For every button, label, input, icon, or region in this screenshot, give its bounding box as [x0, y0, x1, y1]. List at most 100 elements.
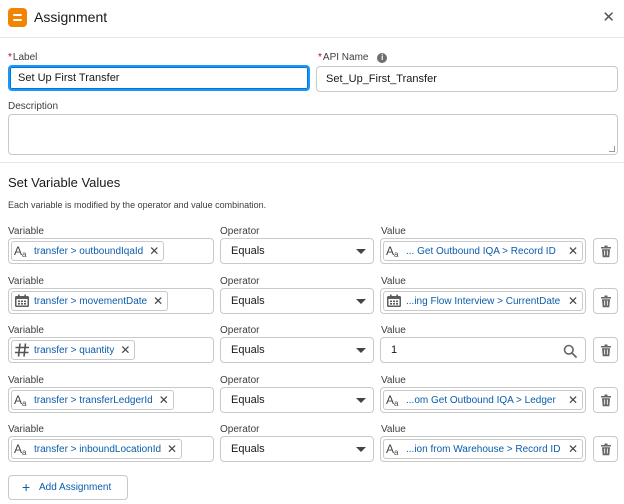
value-label: Value [381, 276, 406, 287]
api-name-input[interactable]: Set_Up_First_Transfer [316, 66, 618, 92]
text-type-icon: Aa [386, 393, 402, 408]
variable-pill[interactable]: Aa transfer > inboundLocationId ✕ [11, 439, 183, 459]
description-field-label: Description [8, 101, 59, 112]
trash-icon [601, 245, 611, 258]
value-combobox[interactable]: Aa ...ion from Warehouse > Record ID ✕ [380, 436, 586, 462]
value-combobox[interactable]: Aa ...om Get Outbound IQA > Ledger ✕ [380, 387, 586, 413]
value-pill[interactable]: ...ing Flow Interview > CurrentDate ✕ [383, 291, 583, 311]
info-icon[interactable]: i [377, 53, 388, 63]
add-assignment-button[interactable]: + Add Assignment [8, 475, 128, 500]
trash-icon [601, 443, 611, 456]
value-pill-text: ...ing Flow Interview > CurrentDate [406, 295, 561, 307]
variable-label: Variable [8, 424, 44, 435]
api-name-field-label: *API Name i [318, 52, 388, 63]
operator-label: Operator [220, 375, 260, 386]
delete-row-button[interactable] [593, 288, 618, 314]
caret-down-icon [356, 398, 366, 403]
remove-pill-icon[interactable]: ✕ [568, 443, 578, 455]
trash-icon [601, 295, 611, 308]
variable-pill-text: transfer > outboundIqaId [34, 245, 144, 257]
caret-down-icon [356, 299, 366, 304]
assignment-row: Variable Operator Value Aa transfer > outbou… [0, 226, 624, 274]
label-input[interactable]: Set Up First Transfer [8, 65, 310, 91]
value-pill[interactable]: Aa ...ion from Warehouse > Record ID ✕ [383, 439, 583, 459]
add-assignment-label: Add Assignment [39, 482, 112, 493]
text-type-icon: Aa [14, 393, 30, 408]
svg-text:a: a [394, 399, 399, 407]
modal-header: Assignment ✕ [0, 0, 624, 38]
delete-row-button[interactable] [593, 436, 618, 462]
remove-pill-icon[interactable]: ✕ [568, 394, 578, 406]
text-type-icon: Aa [386, 442, 402, 457]
svg-text:A: A [386, 393, 394, 407]
text-type-icon: Aa [386, 244, 402, 259]
remove-pill-icon[interactable]: ✕ [159, 394, 169, 406]
svg-text:A: A [14, 442, 22, 456]
remove-pill-icon[interactable]: ✕ [153, 295, 163, 307]
operator-select[interactable]: Equals [220, 238, 374, 264]
variable-combobox[interactable]: transfer > quantity ✕ [8, 337, 214, 363]
remove-pill-icon[interactable]: ✕ [568, 245, 578, 257]
operator-value: Equals [231, 394, 265, 406]
value-combobox[interactable]: 1 [380, 337, 586, 363]
trash-icon [601, 394, 611, 407]
text-type-icon: Aa [14, 442, 30, 457]
operator-value: Equals [231, 245, 265, 257]
operator-select[interactable]: Equals [220, 436, 374, 462]
variable-pill-text: transfer > quantity [34, 344, 115, 356]
label-field-label: *Label [8, 52, 38, 63]
value-combobox[interactable]: ...ing Flow Interview > CurrentDate ✕ [380, 288, 586, 314]
variable-pill[interactable]: transfer > quantity ✕ [11, 340, 136, 360]
value-pill-text: ...ion from Warehouse > Record ID [406, 443, 561, 455]
number-type-icon [14, 343, 30, 357]
operator-label: Operator [220, 276, 260, 287]
resize-handle-icon[interactable] [609, 146, 615, 152]
delete-row-button[interactable] [593, 238, 618, 264]
section-title: Set Variable Values [8, 175, 121, 190]
required-mark: * [8, 52, 12, 63]
operator-value: Equals [231, 344, 265, 356]
variable-combobox[interactable]: Aa transfer > inboundLocationId ✕ [8, 436, 214, 462]
svg-text:A: A [386, 442, 394, 456]
variable-label: Variable [8, 226, 44, 237]
required-mark: * [318, 52, 322, 63]
variable-combobox[interactable]: Aa transfer > transferLedgerId ✕ [8, 387, 214, 413]
variable-pill[interactable]: Aa transfer > outboundIqaId ✕ [11, 241, 165, 261]
remove-pill-icon[interactable]: ✕ [149, 245, 159, 257]
delete-row-button[interactable] [593, 387, 618, 413]
value-pill[interactable]: Aa ...om Get Outbound IQA > Ledger ✕ [383, 390, 583, 410]
variable-combobox[interactable]: Aa transfer > outboundIqaId ✕ [8, 238, 214, 264]
operator-label: Operator [220, 424, 260, 435]
value-pill-text: ...om Get Outbound IQA > Ledger [406, 394, 556, 406]
variable-pill-text: transfer > inboundLocationId [34, 443, 162, 455]
assignment-row: Variable Operator Value transfer > quantity… [0, 325, 624, 373]
caret-down-icon [356, 348, 366, 353]
section-divider [0, 162, 624, 163]
operator-select[interactable]: Equals [220, 387, 374, 413]
operator-value: Equals [231, 295, 265, 307]
variable-pill-text: transfer > movementDate [34, 295, 148, 307]
value-input-text[interactable]: 1 [391, 338, 397, 362]
operator-select[interactable]: Equals [220, 337, 374, 363]
assignment-row: Variable Operator Value Aa transfer > inboun… [0, 424, 624, 472]
description-textarea[interactable] [8, 114, 618, 155]
variable-label: Variable [8, 276, 44, 287]
remove-pill-icon[interactable]: ✕ [167, 443, 177, 455]
operator-select[interactable]: Equals [220, 288, 374, 314]
variable-combobox[interactable]: transfer > movementDate ✕ [8, 288, 214, 314]
remove-pill-icon[interactable]: ✕ [120, 344, 130, 356]
value-pill-text: ... Get Outbound IQA > Record ID [406, 245, 556, 257]
value-combobox[interactable]: Aa ... Get Outbound IQA > Record ID ✕ [380, 238, 586, 264]
svg-text:a: a [22, 448, 27, 456]
svg-text:a: a [394, 448, 399, 456]
remove-pill-icon[interactable]: ✕ [568, 295, 578, 307]
variable-label: Variable [8, 325, 44, 336]
operator-label: Operator [220, 226, 260, 237]
variable-pill[interactable]: Aa transfer > transferLedgerId ✕ [11, 390, 174, 410]
value-pill[interactable]: Aa ... Get Outbound IQA > Record ID ✕ [383, 241, 583, 261]
close-icon[interactable]: ✕ [602, 8, 615, 27]
caret-down-icon [356, 447, 366, 452]
variable-pill[interactable]: transfer > movementDate ✕ [11, 291, 169, 311]
delete-row-button[interactable] [593, 337, 618, 363]
assignment-icon [8, 8, 27, 27]
